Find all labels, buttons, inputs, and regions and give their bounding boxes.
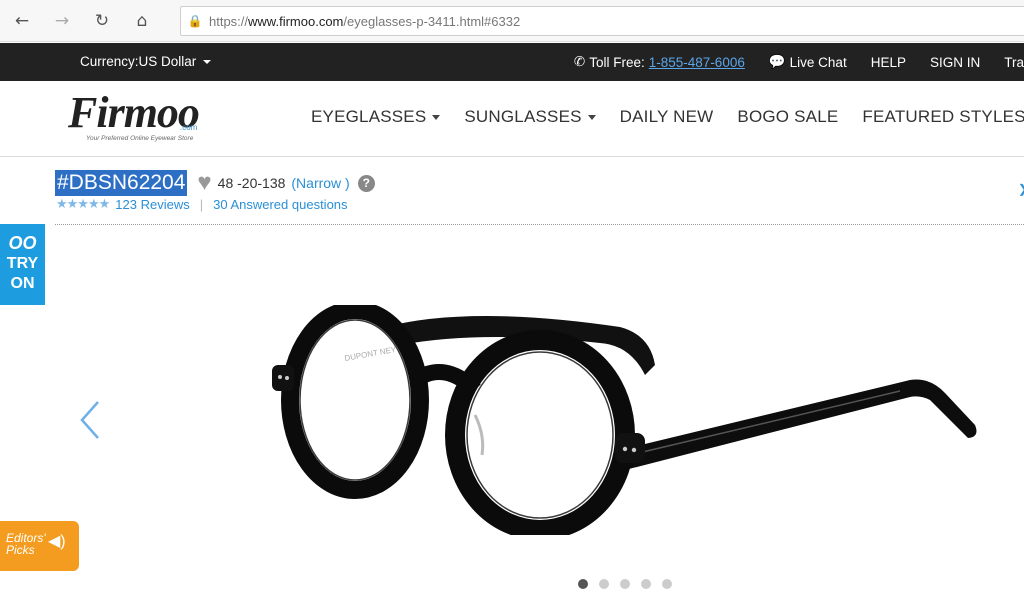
- nav-eyeglasses[interactable]: EYEGLASSES: [311, 107, 441, 127]
- editors-picks-line2: Picks: [6, 543, 35, 557]
- phone-icon: ✆: [573, 54, 586, 69]
- nav-featured-styles[interactable]: FEATURED STYLES: [862, 107, 1024, 127]
- answered-questions-link[interactable]: 30 Answered questions: [213, 197, 347, 212]
- home-icon[interactable]: ⌂: [130, 9, 154, 33]
- divider-line: [55, 224, 1024, 225]
- speaker-icon: ◀): [48, 533, 66, 550]
- try-on-line1: TRY: [6, 255, 39, 272]
- try-on-line2: ON: [10, 275, 35, 292]
- glasses-icon: OO: [8, 233, 37, 253]
- caret-down-icon: [432, 114, 441, 120]
- nav-bogo-sale-label: BOGO SALE: [737, 107, 839, 126]
- carousel-dots: [578, 579, 672, 589]
- firmoo-logo[interactable]: Firmoo .com Your Preferred Online Eyewea…: [68, 87, 208, 147]
- top-bar: Currency:US Dollar ✆ Toll Free: 1-855-48…: [0, 43, 1024, 81]
- logo-tagline: Your Preferred Online Eyewear Store: [86, 135, 194, 142]
- nav-sunglasses-label: SUNGLASSES: [464, 107, 582, 126]
- nav-featured-styles-label: FEATURED STYLES: [862, 107, 1024, 126]
- main-nav: EYEGLASSES SUNGLASSES DAILY NEW BOGO SAL…: [311, 107, 1024, 127]
- editors-picks-button[interactable]: Editors' Picks ◀): [0, 521, 79, 571]
- carousel-dot[interactable]: [620, 579, 630, 589]
- carousel-dot[interactable]: [578, 579, 588, 589]
- back-arrow-icon[interactable]: ←: [10, 9, 34, 33]
- address-bar[interactable]: 🔒 https://www.firmoo.com/eyeglasses-p-34…: [180, 6, 1024, 36]
- url-text: https://www.firmoo.com/eyeglasses-p-3411…: [209, 13, 521, 29]
- toll-free: ✆ Toll Free: 1-855-487-6006: [574, 54, 745, 70]
- currency-selector[interactable]: Currency:US Dollar: [80, 54, 212, 69]
- caret-down-icon: [587, 114, 596, 120]
- nav-bogo-sale[interactable]: BOGO SALE: [737, 107, 838, 127]
- carousel-dot[interactable]: [641, 579, 651, 589]
- question-mark-icon[interactable]: ?: [357, 174, 375, 192]
- carousel-dot[interactable]: [599, 579, 609, 589]
- caret-down-icon: [203, 59, 212, 64]
- product-title-row: #DBSN62204 ♥ 48 -20-138 (Narrow ) ?: [55, 169, 375, 197]
- site-header: Firmoo .com Your Preferred Online Eyewea…: [0, 81, 1024, 157]
- carousel-prev-arrow-icon[interactable]: [78, 400, 102, 440]
- forward-arrow-icon[interactable]: →: [50, 9, 74, 33]
- nav-daily-new[interactable]: DAILY NEW: [620, 107, 714, 127]
- reviews-link[interactable]: 123 Reviews: [115, 197, 189, 212]
- logo-com: .com: [180, 123, 198, 132]
- lock-icon: 🔒: [187, 14, 203, 28]
- frame-brand-text: DUPONT NEY: [344, 345, 398, 363]
- toll-free-number-link[interactable]: 1-855-487-6006: [649, 55, 745, 70]
- sign-in-link[interactable]: SIGN IN: [930, 55, 980, 70]
- heart-icon[interactable]: ♥: [197, 169, 211, 197]
- browser-toolbar: ← → ↻ ⌂ 🔒 https://www.firmoo.com/eyeglas…: [0, 0, 1024, 42]
- track-order-link[interactable]: Tra: [1004, 55, 1024, 70]
- divider: |: [199, 196, 204, 212]
- product-sku: #DBSN62204: [55, 170, 188, 196]
- nav-sunglasses[interactable]: SUNGLASSES: [464, 107, 596, 127]
- frame-fit-link[interactable]: (Narrow ): [291, 175, 349, 191]
- nav-daily-new-label: DAILY NEW: [619, 107, 714, 126]
- currency-label: Currency:US Dollar: [80, 54, 197, 69]
- chat-bubble-icon: 💬: [768, 54, 786, 69]
- toll-free-label: Toll Free:: [589, 54, 645, 70]
- frame-size: 48 -20-138: [217, 175, 286, 191]
- help-link[interactable]: HELP: [871, 55, 906, 70]
- nav-eyeglasses-label: EYEGLASSES: [311, 107, 427, 126]
- eyeglasses-product-image: DUPONT NEY: [272, 305, 977, 535]
- review-row: ★★★★★ 123 Reviews | 30 Answered question…: [56, 196, 348, 212]
- live-chat-label: Live Chat: [789, 54, 847, 70]
- carousel-dot[interactable]: [662, 579, 672, 589]
- star-rating-icon: ★★★★★: [56, 196, 110, 211]
- refresh-icon[interactable]: ↻: [90, 9, 114, 33]
- live-chat-link[interactable]: 💬 Live Chat: [769, 54, 847, 70]
- try-on-button[interactable]: OO TRY ON: [0, 224, 45, 305]
- share-icon[interactable]: ❯: [1018, 182, 1024, 196]
